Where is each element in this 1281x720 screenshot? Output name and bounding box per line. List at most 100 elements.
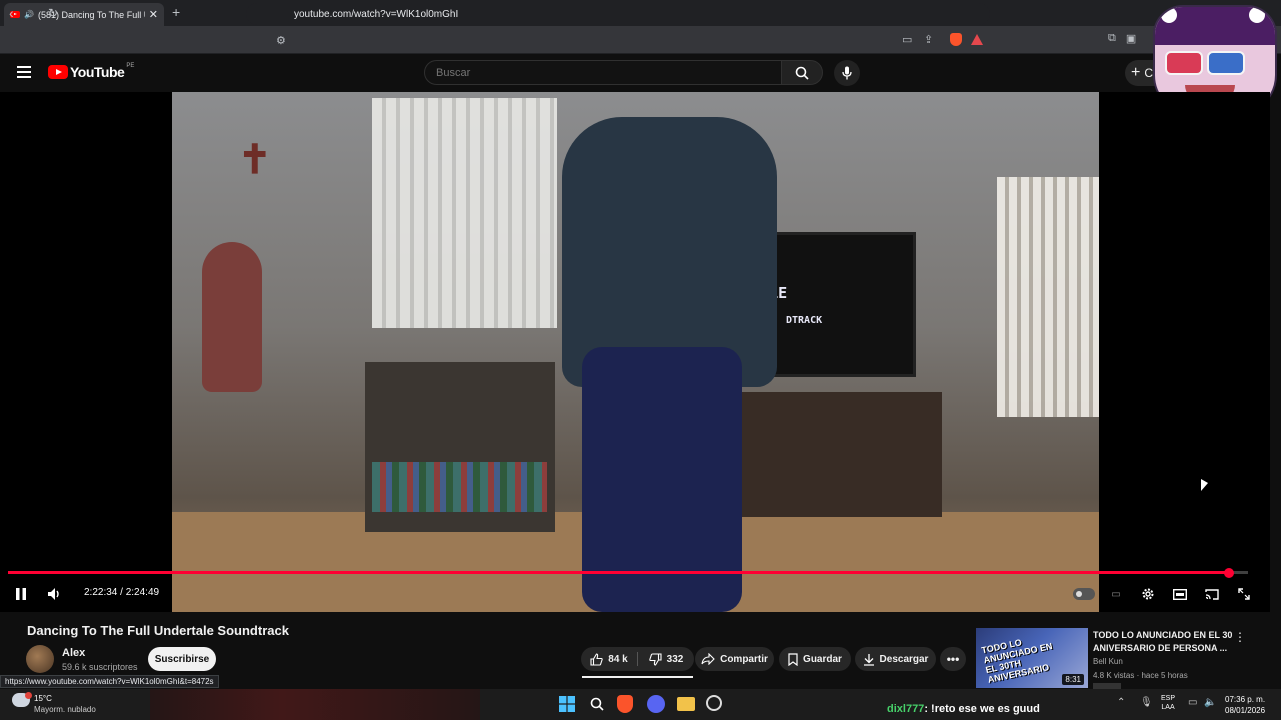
miniplayer-button[interactable] <box>1172 585 1188 603</box>
subtitles-button[interactable]: ▭ <box>1108 585 1124 603</box>
extensions-icon[interactable]: ⧉ <box>1108 32 1116 45</box>
fullscreen-button[interactable] <box>1236 585 1252 603</box>
speaker-tray-icon[interactable]: 🔈 <box>1204 697 1216 708</box>
recommendation-channel[interactable]: Bell Kun <box>1093 657 1123 666</box>
share-arrow-icon <box>701 653 715 665</box>
forward-icon[interactable]: › <box>30 5 35 21</box>
search-icon <box>590 697 604 711</box>
volume-button[interactable] <box>47 585 63 603</box>
country-code: PE <box>126 63 135 69</box>
new-tab-button[interactable]: + <box>172 4 180 20</box>
file-explorer-icon[interactable] <box>677 697 695 711</box>
download-button[interactable]: Descargar <box>855 647 936 671</box>
install-icon[interactable]: ▭ <box>902 33 912 46</box>
clock-date: 08/01/2026 <box>1225 706 1266 715</box>
avatar-glasses-left <box>1165 51 1203 75</box>
cast-button[interactable] <box>1204 585 1220 603</box>
share-icon[interactable]: ⇪ <box>924 33 933 46</box>
create-label: C <box>1144 66 1154 80</box>
subscribe-button[interactable]: Suscribirse <box>148 647 216 671</box>
reload-icon[interactable]: ↻ <box>48 6 58 20</box>
site-settings-icon[interactable]: ⚙ <box>276 34 286 47</box>
language-indicator[interactable]: ESP LAA <box>1161 694 1175 712</box>
discord-icon[interactable] <box>647 695 665 713</box>
dislike-button[interactable]: 332 <box>638 647 694 671</box>
search-input[interactable] <box>424 60 782 85</box>
recommendation-meta: 4.8 K vistas · hace 5 horas <box>1093 671 1188 680</box>
channel-name[interactable]: Alex <box>62 647 85 659</box>
recommendation-menu-icon[interactable]: ⋮ <box>1234 630 1246 644</box>
channel-avatar[interactable] <box>26 645 54 673</box>
volume-icon <box>48 588 59 600</box>
autoplay-toggle[interactable] <box>1073 588 1095 600</box>
video-window-blinds <box>372 98 557 328</box>
search-button[interactable] <box>781 60 823 85</box>
language-top: ESP <box>1161 695 1176 702</box>
taskbar-search-button[interactable] <box>588 695 606 713</box>
sidebar-icon[interactable]: ▣ <box>1126 32 1136 45</box>
save-label: Guardar <box>803 653 842 665</box>
system-clock[interactable]: 07:36 p. m. 08/01/2026 <box>1225 694 1265 716</box>
recommendation-thumbnail[interactable]: TODO LO ANUNCIADO EN EL 30TH ANIVERSARIO… <box>976 628 1088 688</box>
recommendation-duration: 8:31 <box>1062 674 1084 685</box>
video-books <box>372 462 547 512</box>
miniplayer-icon <box>1173 588 1187 600</box>
start-button[interactable] <box>558 695 576 713</box>
subtitles-icon: ▭ <box>1111 588 1121 600</box>
subscriber-count: 59.6 k suscriptores <box>62 662 138 672</box>
progress-bar[interactable] <box>8 571 1248 574</box>
cast-icon <box>1205 588 1219 600</box>
thumbs-up-icon <box>590 652 603 666</box>
youtube-play-icon <box>48 65 68 79</box>
pause-button[interactable] <box>14 585 28 603</box>
save-button[interactable]: Guardar <box>779 647 851 671</box>
share-label: Compartir <box>720 653 768 665</box>
time-display: 2:22:34 / 2:24:49 <box>84 587 160 598</box>
video-tv-stand <box>732 392 942 517</box>
bookmark-save-icon <box>788 652 798 666</box>
more-actions-button[interactable]: ••• <box>940 647 966 671</box>
back-icon[interactable]: ‹ <box>9 5 14 21</box>
brave-rewards-icon[interactable] <box>971 34 983 45</box>
video-frame[interactable]: ✝ RTALE DTRACK <box>172 92 1099 612</box>
tab-close-button[interactable]: ✕ <box>149 8 158 21</box>
weather-badge <box>25 692 32 699</box>
language-bottom: LAA <box>1161 704 1175 711</box>
url-field[interactable]: youtube.com/watch?v=WlK1ol0mGhI <box>246 3 990 25</box>
video-window-blinds-right <box>997 177 1099 417</box>
brave-browser-icon[interactable] <box>617 695 633 713</box>
network-icon[interactable]: ▭ <box>1188 697 1197 708</box>
fullscreen-icon <box>1238 588 1250 600</box>
youtube-logo[interactable]: YouTube PE <box>48 63 135 80</box>
video-statue <box>202 242 262 392</box>
tray-overflow-icon[interactable]: ⌃ <box>1117 697 1125 708</box>
settings-button[interactable] <box>1140 585 1156 603</box>
like-button[interactable]: 84 k <box>581 647 637 671</box>
download-icon <box>863 653 874 666</box>
recommendation-title[interactable]: TODO LO ANUNCIADO EN EL 30 ANIVERSARIO D… <box>1093 629 1233 655</box>
menu-icon[interactable] <box>17 66 31 78</box>
thumbnail-text: TODO LO ANUNCIADO EN EL 30TH ANIVERSARIO <box>980 637 1054 685</box>
weather-description[interactable]: Mayorm. nublado <box>34 705 96 714</box>
like-underline <box>582 676 693 678</box>
voice-search-button[interactable] <box>834 60 860 86</box>
gear-icon <box>1142 588 1154 600</box>
video-title: Dancing To The Full Undertale Soundtrack <box>27 623 289 638</box>
taskbar-wallpaper-strip <box>150 689 480 720</box>
microphone-icon <box>842 66 852 80</box>
address-toolbar <box>0 26 1281 54</box>
chat-username: dixl777 <box>887 703 925 715</box>
thumbs-down-icon <box>648 652 662 666</box>
microphone-tray-icon[interactable]: 🎙 <box>1140 697 1153 708</box>
browser-tab[interactable]: 🔊 (581) Dancing To The Full Une ✕ <box>4 3 164 26</box>
link-preview: https://www.youtube.com/watch?v=WlK1ol0m… <box>0 675 219 688</box>
dislike-count: 332 <box>666 653 684 665</box>
chat-text: : !reto ese we es guud <box>924 703 1040 715</box>
video-crucifix: ✝ <box>238 138 272 182</box>
search-icon <box>795 66 809 80</box>
app-icon[interactable] <box>706 695 722 711</box>
brave-shields-icon[interactable] <box>950 33 962 46</box>
weather-temperature[interactable]: 15°C <box>34 694 52 703</box>
more-icon: ••• <box>946 652 960 666</box>
share-button[interactable]: Compartir <box>695 647 774 671</box>
